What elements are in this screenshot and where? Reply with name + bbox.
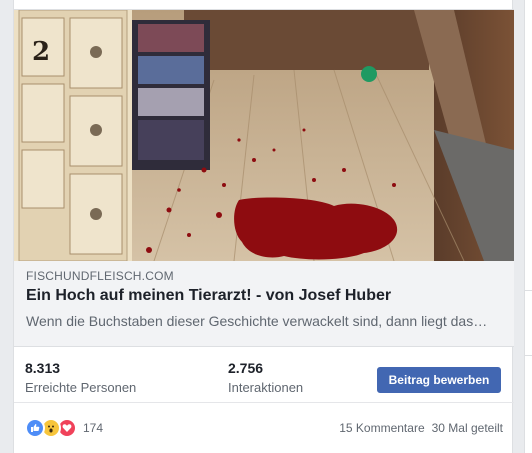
link-domain: FISCHUNDFLEISCH.COM [26,269,174,283]
like-icon [25,418,45,438]
shares-count[interactable]: 30 Mal geteilt [432,421,503,435]
engagement-counts: 15 Kommentare 30 Mal geteilt [332,421,503,435]
link-title[interactable]: Ein Hoch auf meinen Tierarzt! - von Jose… [26,287,391,305]
link-description: Wenn die Buchstaben dieser Geschichte ve… [26,313,488,329]
link-preview-meta[interactable]: FISCHUNDFLEISCH.COM Ein Hoch auf meinen … [14,261,514,347]
post-insights: 8.313 Erreichte Personen 2.756 Interakti… [14,352,514,403]
reactions-summary[interactable]: 174 [25,418,103,438]
reach-value: 8.313 [25,360,61,376]
comments-count[interactable]: 15 Kommentare [339,421,424,435]
reach-label: Erreichte Personen [25,380,137,395]
right-column-edge [524,0,532,453]
post-card: 2 FISCHUNDFLEISCH.COM Ein Hoch auf meine… [13,0,514,453]
reaction-count[interactable]: 174 [83,421,103,435]
post-footer: 174 15 Kommentare 30 Mal geteilt [14,412,514,442]
link-preview-image[interactable]: 2 [14,9,514,262]
engagement-stat: 2.756 Interaktionen [228,360,303,395]
reach-stat: 8.313 Erreichte Personen [25,360,136,395]
drawer-number-label: 2 [32,37,50,67]
engagement-value: 2.756 [228,360,264,376]
link-preview[interactable]: 2 FISCHUNDFLEISCH.COM Ein Hoch auf meine… [14,9,514,347]
engagement-label: Interaktionen [228,380,304,395]
boost-post-button[interactable]: Beitrag bewerben [377,367,501,393]
